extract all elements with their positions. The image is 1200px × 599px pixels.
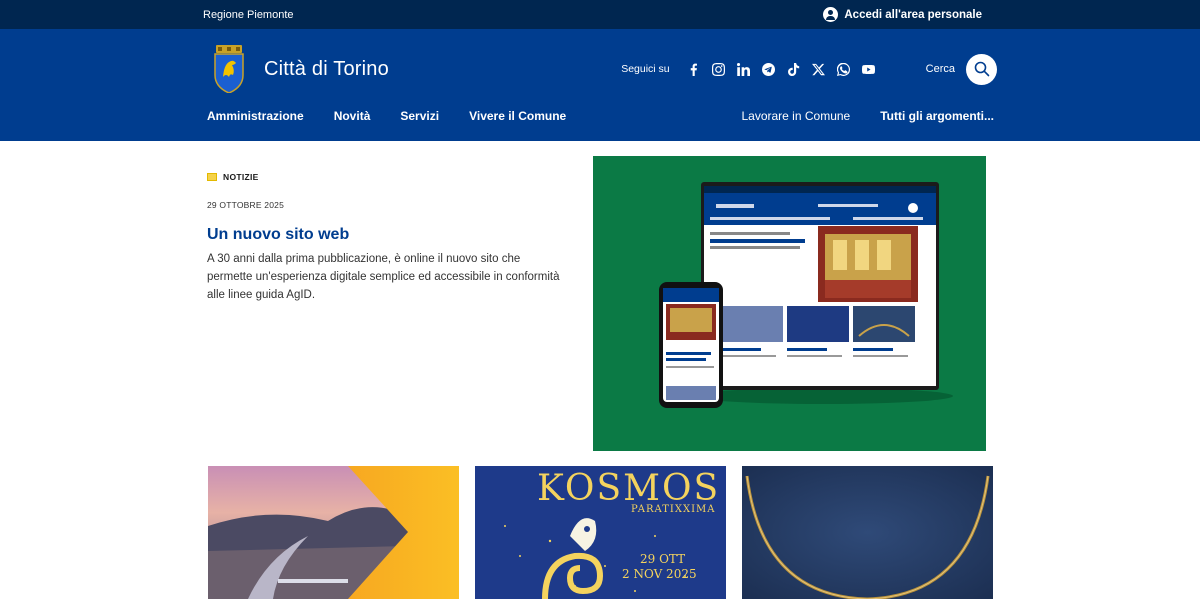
torino-city-image bbox=[208, 466, 459, 599]
login-label: Accedi all'area personale bbox=[844, 8, 982, 21]
hero-image bbox=[593, 156, 986, 451]
kosmos-date-start: 29 OTT bbox=[640, 552, 686, 566]
card-necklace[interactable] bbox=[742, 466, 993, 599]
news-cards: KOSMOS PARATIXXIMA 29 OTT 2 NOV 2025 bbox=[208, 466, 993, 599]
article-title[interactable]: Un nuovo sito web bbox=[207, 226, 567, 244]
social-bar: Seguici su bbox=[621, 59, 880, 79]
nav-item-novita[interactable]: Novità bbox=[334, 109, 371, 123]
facebook-icon[interactable] bbox=[681, 59, 706, 79]
nav-item-lavorare-in-comune[interactable]: Lavorare in Comune bbox=[741, 109, 850, 123]
center-header: Città di Torino Seguici su Cerca bbox=[0, 29, 1200, 109]
category-label: NOTIZIE bbox=[223, 172, 259, 182]
nav-item-tutti-gli-argomenti[interactable]: Tutti gli argomenti... bbox=[880, 109, 994, 123]
site-title: Città di Torino bbox=[264, 57, 389, 80]
nav-item-vivere-il-comune[interactable]: Vivere il Comune bbox=[469, 109, 566, 123]
linkedin-icon[interactable] bbox=[731, 59, 756, 79]
kosmos-date-end: 2 NOV 2025 bbox=[622, 567, 697, 581]
tiktok-icon[interactable] bbox=[781, 59, 806, 79]
whatsapp-icon[interactable] bbox=[831, 59, 856, 79]
kosmos-subtitle: PARATIXXIMA bbox=[631, 504, 716, 515]
article-description: A 30 anni dalla prima pubblicazione, è o… bbox=[207, 253, 560, 301]
youtube-icon[interactable] bbox=[856, 59, 881, 79]
telegram-icon[interactable] bbox=[756, 59, 781, 79]
main-navigation: Amministrazione Novità Servizi Vivere il… bbox=[0, 109, 1200, 141]
instagram-icon[interactable] bbox=[706, 59, 731, 79]
nav-item-servizi[interactable]: Servizi bbox=[400, 109, 439, 123]
card-torino-landscape[interactable] bbox=[208, 466, 459, 599]
search-button[interactable]: Cerca bbox=[925, 53, 997, 85]
hero-text: NOTIZIE 29 OTTOBRE 2025 Un nuovo sito we… bbox=[207, 172, 567, 304]
search-label: Cerca bbox=[925, 63, 955, 75]
user-icon bbox=[823, 7, 839, 22]
article-date: 29 OTTOBRE 2025 bbox=[207, 200, 285, 210]
search-icon bbox=[966, 53, 997, 85]
category-tag[interactable]: NOTIZIE bbox=[207, 172, 567, 182]
x-icon[interactable] bbox=[806, 59, 831, 79]
gold-necklace-image bbox=[742, 466, 993, 599]
brand-link[interactable]: Città di Torino bbox=[212, 45, 389, 93]
region-link[interactable]: Regione Piemonte bbox=[203, 9, 294, 21]
news-icon bbox=[207, 173, 217, 181]
slim-header: Regione Piemonte Accedi all'area persona… bbox=[0, 0, 1200, 29]
card-kosmos[interactable]: KOSMOS PARATIXXIMA 29 OTT 2 NOV 2025 bbox=[475, 466, 726, 599]
login-button[interactable]: Accedi all'area personale bbox=[823, 7, 982, 22]
kosmos-title: KOSMOS bbox=[537, 468, 721, 509]
hero-section: NOTIZIE 29 OTTOBRE 2025 Un nuovo sito we… bbox=[0, 141, 1200, 466]
follow-label: Seguici su bbox=[621, 63, 670, 75]
city-crest-logo bbox=[214, 45, 244, 93]
nav-item-amministrazione[interactable]: Amministrazione bbox=[207, 109, 304, 123]
